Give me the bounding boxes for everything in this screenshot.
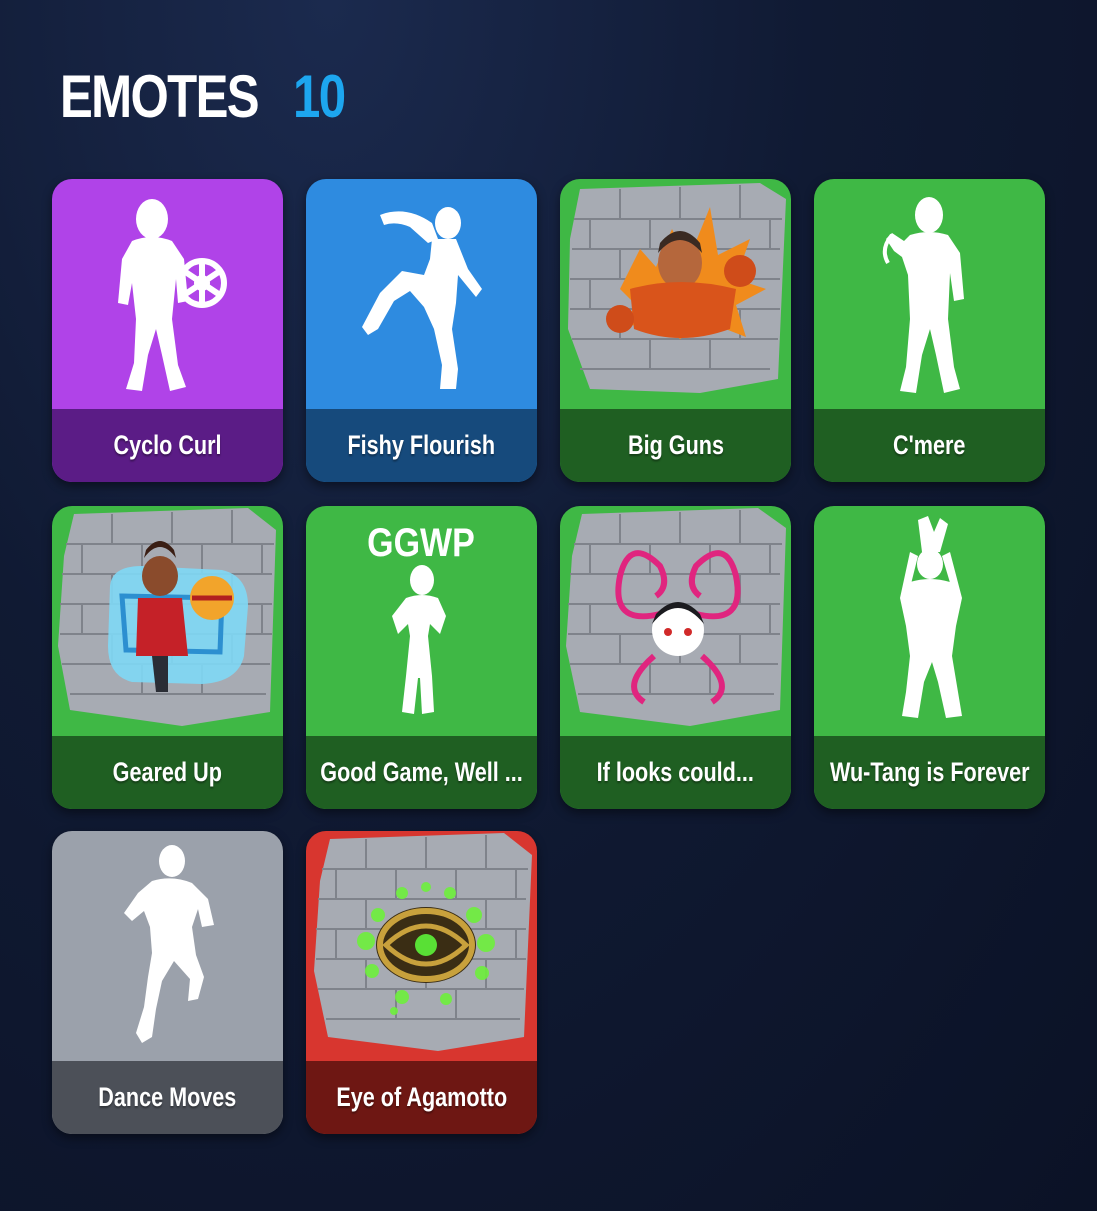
- emote-label-bar: Geared Up: [52, 736, 283, 809]
- page-header: EMOTES 10: [60, 62, 356, 132]
- emote-card-big-guns[interactable]: Big Guns: [560, 179, 791, 482]
- emote-card-if-looks-could[interactable]: If looks could...: [560, 506, 791, 809]
- ggwp-text: GGWP: [367, 519, 475, 564]
- emote-count: 10: [293, 63, 346, 130]
- emote-label-bar: Good Game, Well ...: [306, 736, 537, 809]
- emote-label-bar: C'mere: [814, 409, 1045, 482]
- emote-card-geared-up[interactable]: Geared Up: [52, 506, 283, 809]
- emote-label: Cyclo Curl: [113, 430, 222, 460]
- emote-card-dance-moves[interactable]: Dance Moves: [52, 831, 283, 1134]
- emote-label: Wu-Tang is Forever: [829, 757, 1030, 787]
- page-title: EMOTES: [60, 63, 260, 130]
- emote-silhouette-icon: [52, 831, 283, 1061]
- emote-label-bar: Wu-Tang is Forever: [814, 736, 1045, 809]
- spray-if-looks-could-icon: [560, 506, 791, 736]
- emote-label-bar: Dance Moves: [52, 1061, 283, 1134]
- emote-label: Eye of Agamotto: [336, 1082, 507, 1112]
- emote-label-bar: Eye of Agamotto: [306, 1061, 537, 1134]
- emote-label: Big Guns: [627, 430, 724, 460]
- emote-card-eye-of-agamotto[interactable]: Eye of Agamotto: [306, 831, 537, 1134]
- emote-card-cmere[interactable]: C'mere: [814, 179, 1045, 482]
- emote-label: Geared Up: [112, 757, 223, 787]
- emote-card-fishy-flourish[interactable]: Fishy Flourish: [306, 179, 537, 482]
- emote-silhouette-icon: [814, 506, 1045, 736]
- emote-card-cyclo-curl[interactable]: Cyclo Curl: [52, 179, 283, 482]
- emote-card-good-game-well-played[interactable]: GGWP Good Game, Well ...: [306, 506, 537, 809]
- emote-silhouette-icon: [52, 179, 283, 409]
- emote-label: Dance Moves: [98, 1082, 237, 1112]
- spray-big-guns-icon: [560, 179, 791, 409]
- emote-card-wu-tang-is-forever[interactable]: Wu-Tang is Forever: [814, 506, 1045, 809]
- emote-silhouette-icon: [814, 179, 1045, 409]
- emote-label-bar: Big Guns: [560, 409, 791, 482]
- emote-label: C'mere: [893, 430, 966, 460]
- emote-label-bar: If looks could...: [560, 736, 791, 809]
- emote-label: If looks could...: [596, 757, 755, 787]
- emote-label-bar: Cyclo Curl: [52, 409, 283, 482]
- emote-label: Good Game, Well ...: [320, 757, 523, 787]
- emote-label: Fishy Flourish: [347, 430, 496, 460]
- emote-label-bar: Fishy Flourish: [306, 409, 537, 482]
- spray-eye-of-agamotto-icon: [306, 831, 537, 1061]
- spray-geared-up-icon: [52, 506, 283, 736]
- emote-silhouette-icon: GGWP: [306, 506, 537, 736]
- emote-silhouette-icon: [306, 179, 537, 409]
